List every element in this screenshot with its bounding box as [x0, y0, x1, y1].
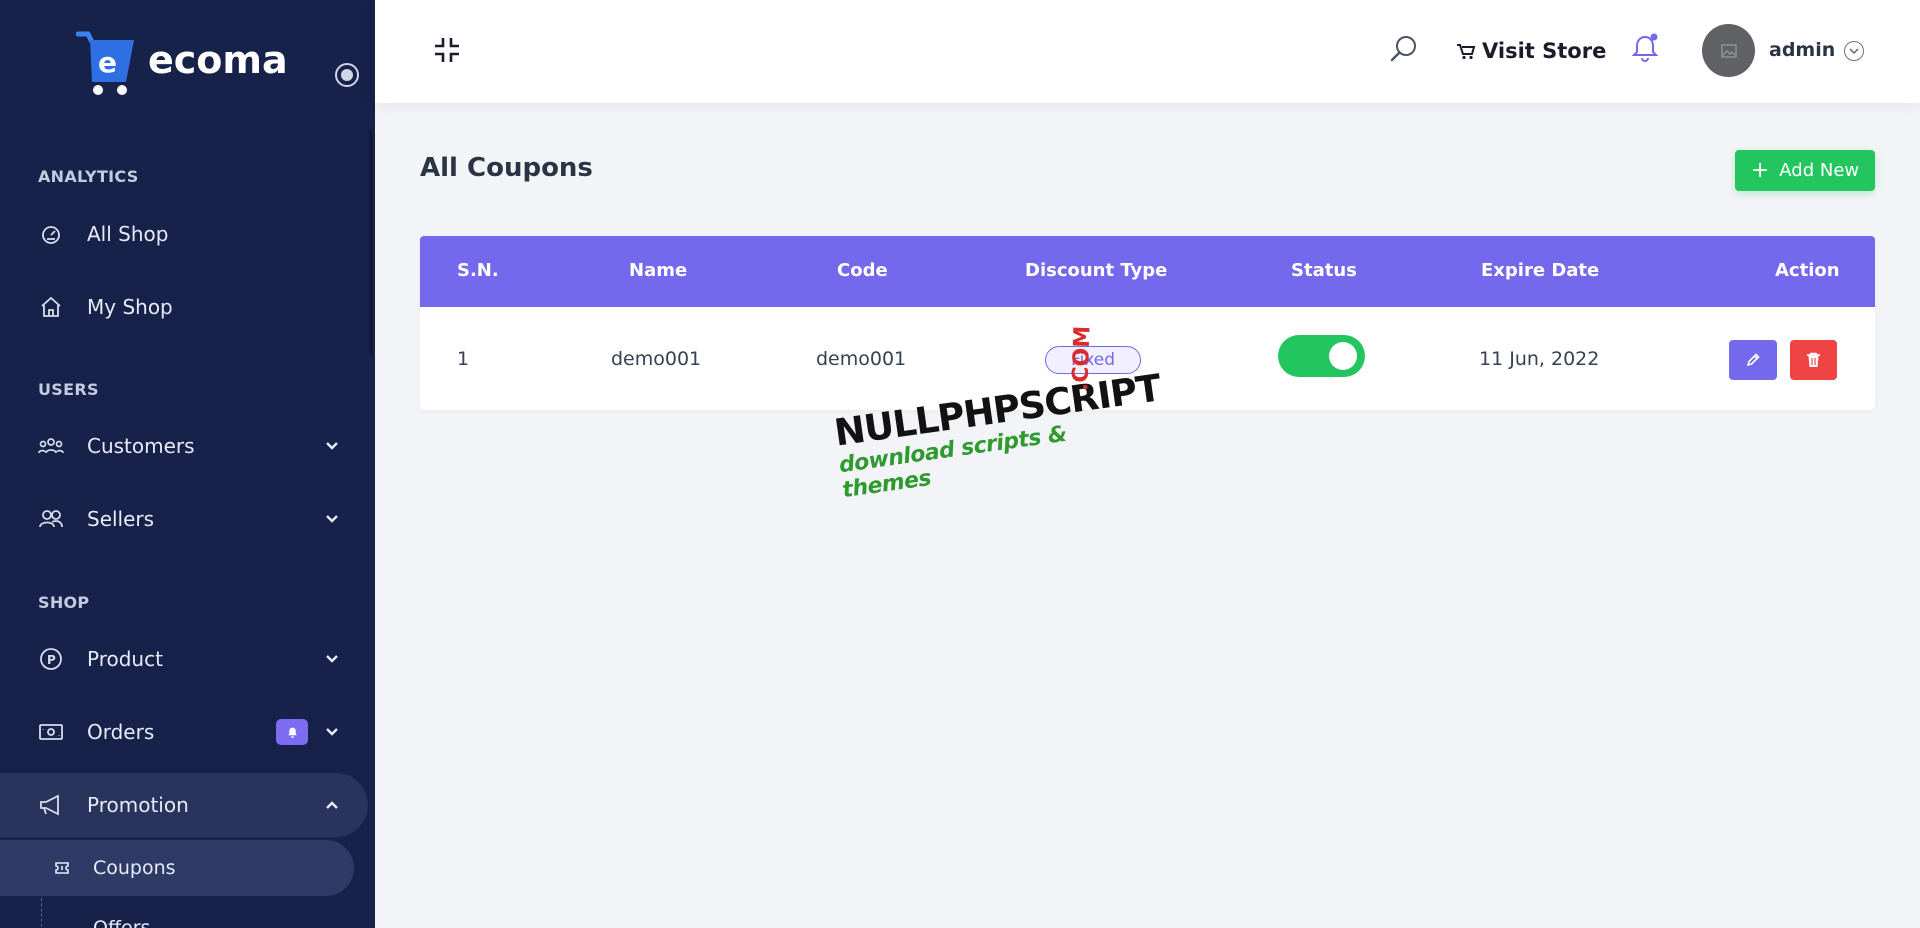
- visit-store-label: Visit Store: [1482, 39, 1607, 63]
- image-placeholder-icon: [1720, 43, 1737, 58]
- money-icon: [38, 719, 64, 745]
- sidebar-item-all-shop[interactable]: All Shop: [0, 202, 368, 266]
- column-header-discount-type: Discount Type: [1025, 260, 1168, 281]
- column-header-expire-date: Expire Date: [1481, 260, 1600, 281]
- speedometer-icon: [38, 221, 64, 247]
- sidebar-item-label: My Shop: [87, 295, 173, 319]
- sidebar-item-label: Product: [87, 647, 163, 671]
- chevron-down-icon: [322, 436, 342, 456]
- column-header-sn: S.N.: [457, 260, 499, 281]
- cell-sn: 1: [457, 348, 470, 370]
- section-title-shop: SHOP: [38, 593, 90, 612]
- users-icon: [38, 506, 64, 532]
- sidebar-subitem-coupons[interactable]: Coupons: [0, 840, 354, 896]
- visit-store-link[interactable]: Visit Store: [1456, 36, 1606, 66]
- chevron-down-icon: [322, 722, 342, 742]
- bell-icon: [287, 727, 297, 738]
- trash-icon: [1807, 352, 1820, 367]
- orders-notification-badge: [276, 719, 308, 745]
- sidebar-subitem-offers[interactable]: Offers: [0, 900, 354, 928]
- sidebar: e ecoma ANALYTICS All Shop My Shop USERS…: [0, 0, 375, 928]
- avatar[interactable]: [1702, 24, 1755, 77]
- section-title-analytics: ANALYTICS: [38, 167, 139, 186]
- top-header: Visit Store admin: [375, 0, 1920, 103]
- cell-name: demo001: [611, 348, 702, 370]
- edit-button[interactable]: [1729, 340, 1777, 380]
- sidebar-collapse-toggle[interactable]: [335, 63, 359, 87]
- home-icon: [38, 294, 64, 320]
- sidebar-item-promotion[interactable]: Promotion: [0, 773, 368, 837]
- user-menu-chevron-icon[interactable]: [1844, 41, 1864, 61]
- user-name[interactable]: admin: [1769, 39, 1835, 61]
- sidebar-item-sellers[interactable]: Sellers: [0, 487, 368, 551]
- delete-button[interactable]: [1790, 340, 1837, 380]
- svg-text:P: P: [47, 653, 56, 667]
- pencil-icon: [1746, 353, 1760, 367]
- column-header-code: Code: [837, 260, 888, 281]
- add-new-button[interactable]: + Add New: [1735, 150, 1875, 191]
- sidebar-item-label: Promotion: [87, 793, 189, 817]
- sidebar-item-label: All Shop: [87, 222, 169, 246]
- cell-code: demo001: [816, 348, 907, 370]
- status-toggle[interactable]: [1278, 335, 1365, 377]
- sidebar-item-label: Customers: [87, 434, 195, 458]
- page-title: All Coupons: [420, 153, 593, 183]
- chevron-down-icon: [322, 509, 342, 529]
- table-header: S.N. Name Code Discount Type Status Expi…: [420, 236, 1875, 307]
- brand-name: ecoma: [148, 38, 288, 82]
- sidebar-scrollbar[interactable]: [369, 130, 373, 355]
- megaphone-icon: [38, 792, 64, 818]
- coupon-icon: [55, 862, 69, 874]
- sidebar-item-my-shop[interactable]: My Shop: [0, 275, 368, 339]
- cell-expire-date: 11 Jun, 2022: [1479, 348, 1600, 370]
- svg-text:e: e: [98, 46, 117, 79]
- plus-icon: +: [1750, 157, 1770, 183]
- users-group-icon: [38, 433, 64, 459]
- sidebar-subitem-label: Offers: [93, 917, 151, 928]
- cart-logo-icon: e: [76, 31, 134, 95]
- sidebar-item-orders[interactable]: Orders: [0, 700, 368, 764]
- sidebar-subitem-label: Coupons: [93, 857, 176, 879]
- sidebar-item-customers[interactable]: Customers: [0, 414, 368, 478]
- section-title-users: USERS: [38, 380, 99, 399]
- sidebar-item-label: Orders: [87, 720, 155, 744]
- notification-bell-icon[interactable]: [1630, 32, 1660, 64]
- cart-icon: [1457, 44, 1476, 60]
- sidebar-item-label: Sellers: [87, 507, 155, 531]
- exit-fullscreen-icon[interactable]: [432, 35, 462, 65]
- search-icon[interactable]: [1389, 34, 1419, 64]
- chevron-down-icon: [322, 649, 342, 669]
- column-header-name: Name: [629, 260, 688, 281]
- column-header-status: Status: [1291, 260, 1357, 281]
- chevron-up-icon: [322, 795, 342, 815]
- sidebar-item-product[interactable]: P Product: [0, 627, 368, 691]
- watermark-com-text: .COM: [1068, 325, 1096, 392]
- column-header-action: Action: [1775, 260, 1840, 281]
- brand-logo[interactable]: e ecoma: [76, 28, 288, 100]
- product-p-icon: P: [38, 646, 64, 672]
- add-new-label: Add New: [1779, 160, 1860, 181]
